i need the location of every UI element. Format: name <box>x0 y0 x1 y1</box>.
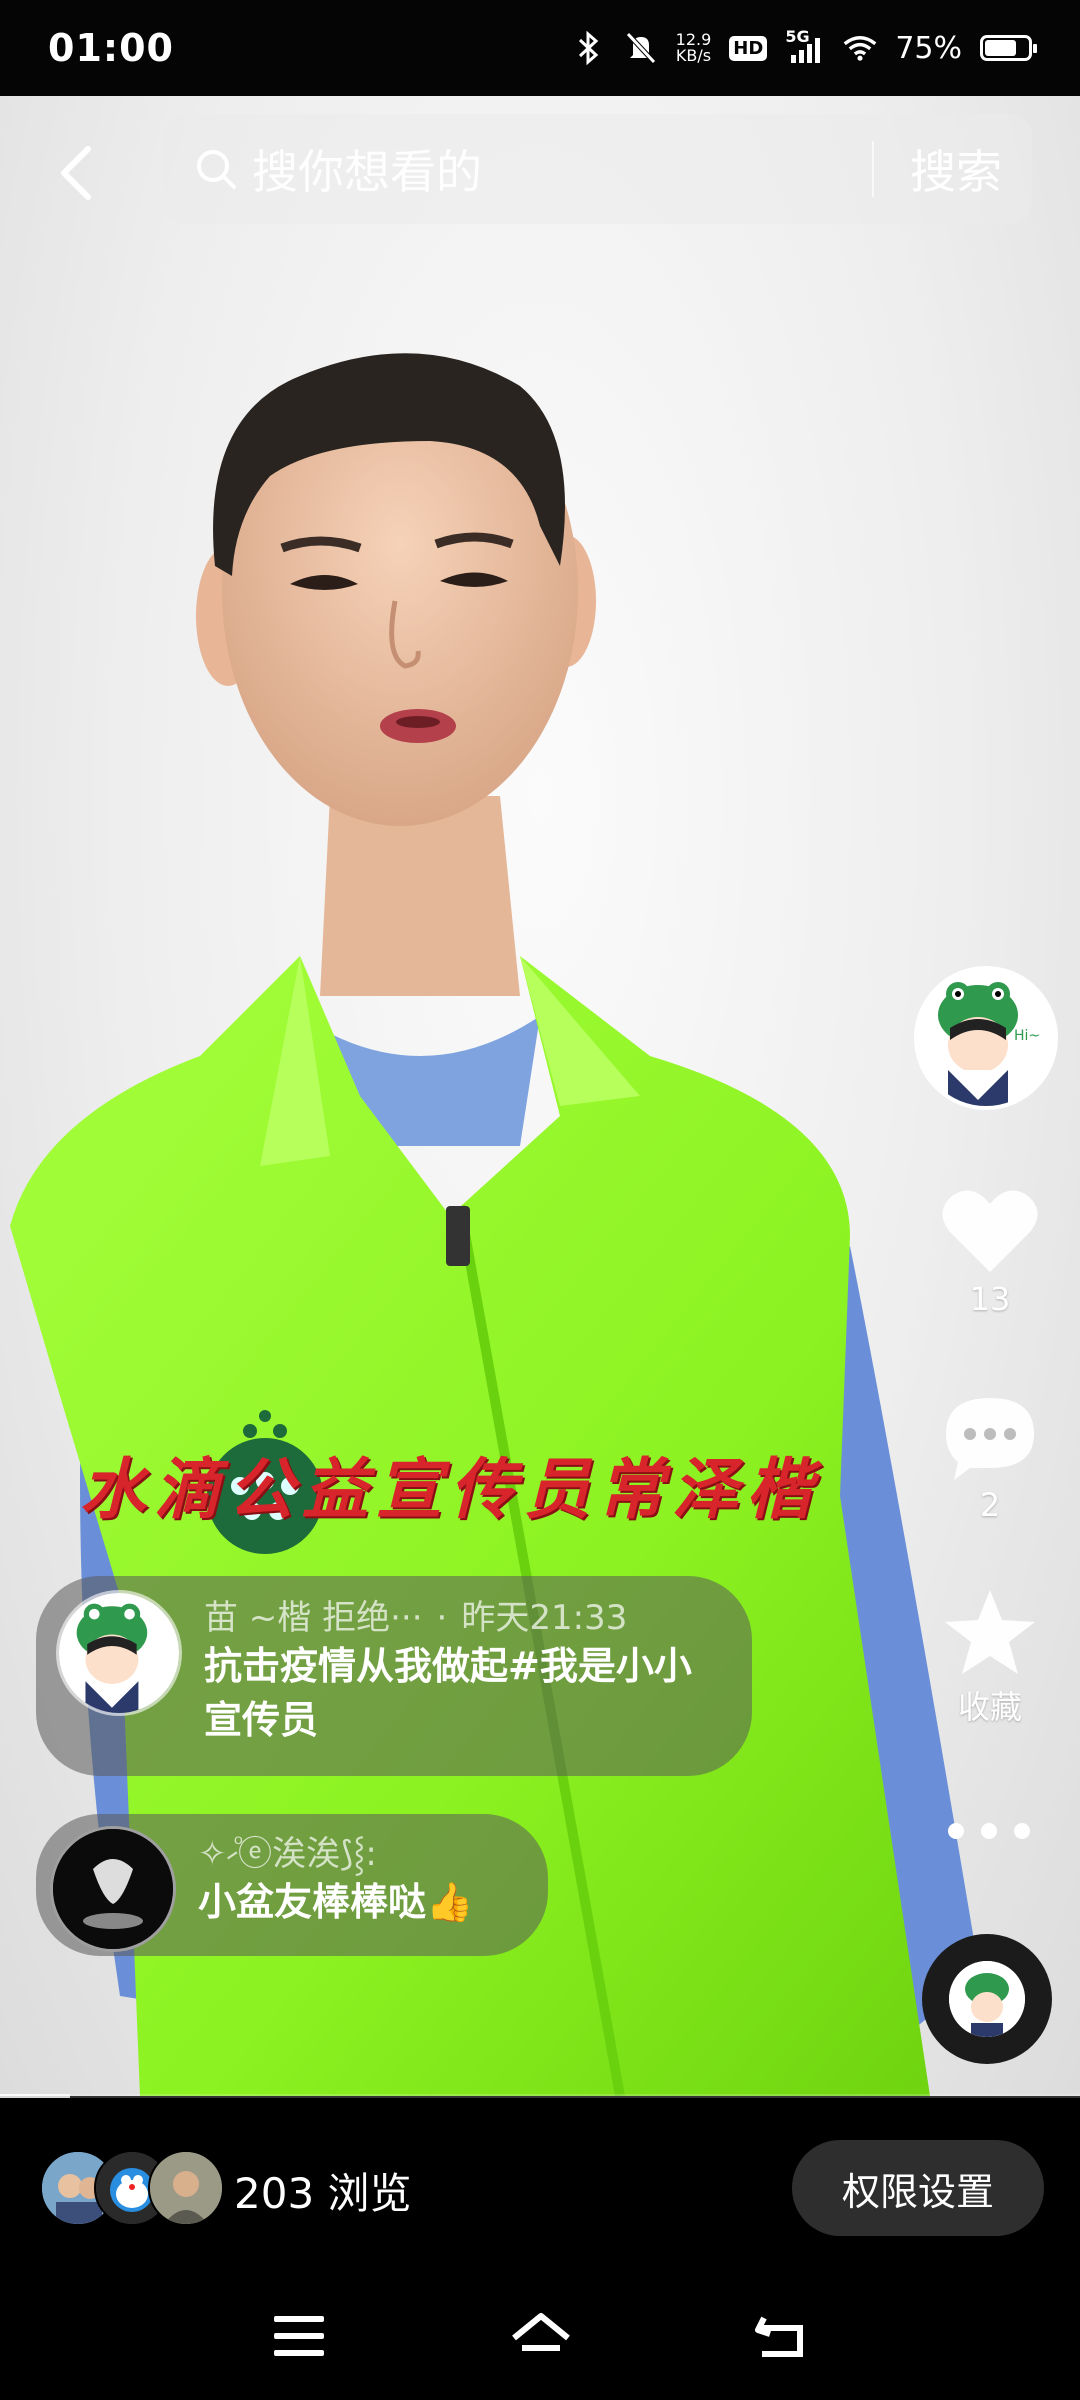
battery-fill <box>985 40 1016 56</box>
star-icon <box>945 1590 1035 1674</box>
back-button[interactable] <box>46 138 106 208</box>
svg-text:Hi~: Hi~ <box>1014 1028 1040 1044</box>
video-overlay-title: 水滴公益宣传员常泽楷 <box>80 1450 820 1528</box>
comment-time: 昨天21:33 <box>461 1598 628 1638</box>
status-time: 01:00 <box>48 26 174 70</box>
meta-separator: · <box>436 1598 448 1638</box>
like-count: 13 <box>969 1280 1011 1318</box>
viewer-avatar <box>148 2150 224 2226</box>
favorite-label: 收藏 <box>957 1688 1022 1726</box>
comment-button[interactable]: 2 <box>930 1392 1050 1524</box>
search-button[interactable]: 搜索 <box>910 136 1002 202</box>
video-frame-image <box>10 353 980 2096</box>
signal-icon: 5G <box>785 27 825 65</box>
music-disc[interactable] <box>922 1934 1052 2064</box>
permission-settings-button[interactable]: 权限设置 <box>792 2140 1044 2236</box>
back-nav-icon[interactable] <box>748 2308 818 2364</box>
comment-author[interactable]: ✧⹝ͦⓔ涘涘⟆⸾: <box>198 1826 473 1875</box>
back-arrow-icon <box>61 146 91 200</box>
frog-avatar-icon <box>949 1961 1025 2037</box>
home-icon[interactable] <box>506 2308 576 2364</box>
search-divider <box>872 141 874 197</box>
video-player[interactable]: 水滴公益宣传员常泽楷 搜你想看的 搜索 Hi~ 13 2 收藏 苗 ~楷 拒绝·… <box>0 96 1080 2096</box>
status-bar: 01:00 12.9 KB/s HD 5G 75% <box>0 0 1080 96</box>
comment-meta: 苗 ~楷 拒绝··· · 昨天21:33 <box>204 1590 704 1639</box>
comment-author[interactable]: 苗 ~楷 拒绝··· <box>204 1598 423 1638</box>
search-input[interactable]: 搜你想看的 <box>252 136 872 202</box>
author-avatar[interactable]: Hi~ <box>914 966 1058 1110</box>
battery-percent: 75% <box>895 30 962 66</box>
mute-bell-icon <box>624 31 658 65</box>
net-speed: 12.9 KB/s <box>676 32 712 64</box>
heart-icon <box>942 1190 1038 1272</box>
wifi-icon <box>843 31 877 65</box>
viewer-photo-icon <box>150 2152 222 2224</box>
frog-hat-avatar-icon <box>59 1593 179 1713</box>
battery-icon <box>980 35 1037 61</box>
system-nav-bar <box>0 2268 1080 2400</box>
comment-count: 2 <box>979 1486 1001 1524</box>
hd-badge: HD <box>729 35 768 61</box>
commenter-avatar[interactable] <box>56 1590 182 1716</box>
dark-avatar-icon <box>53 1829 173 1949</box>
menu-icon[interactable] <box>266 2308 336 2364</box>
comment-bubble[interactable]: 苗 ~楷 拒绝··· · 昨天21:33 抗击疫情从我做起#我是小小宣传员 <box>36 1576 752 1776</box>
status-icons: 12.9 KB/s HD 5G 75% <box>572 27 1037 66</box>
comment-text: 抗击疫情从我做起#我是小小宣传员 <box>204 1644 692 1742</box>
commenter-avatar[interactable] <box>50 1826 176 1952</box>
search-bar[interactable]: 搜你想看的 搜索 <box>164 114 1032 224</box>
viewer-avatars[interactable] <box>40 2150 224 2226</box>
bottom-bar: 203 浏览 权限设置 <box>0 2098 1080 2268</box>
bluetooth-icon <box>572 31 606 65</box>
comment-text: 小盆友棒棒哒👍 <box>198 1880 474 1924</box>
comment-body: 苗 ~楷 拒绝··· · 昨天21:33 抗击疫情从我做起#我是小小宣传员 <box>204 1590 704 1747</box>
frog-hat-avatar-icon: Hi~ <box>918 970 1054 1106</box>
search-icon <box>197 150 236 189</box>
like-button[interactable]: 13 <box>930 1186 1050 1318</box>
favorite-button[interactable]: 收藏 <box>930 1586 1050 1728</box>
net-speed-unit: KB/s <box>675 46 712 65</box>
view-count: 203 浏览 <box>234 2169 412 2218</box>
comment-bubble-icon <box>946 1398 1034 1480</box>
comment-body: ✧⹝ͦⓔ涘涘⟆⸾: 小盆友棒棒哒👍 <box>198 1826 473 1929</box>
more-options-icon[interactable] <box>944 1816 1034 1846</box>
music-disc-cover <box>949 1961 1025 2037</box>
comment-bubble[interactable]: ✧⹝ͦⓔ涘涘⟆⸾: 小盆友棒棒哒👍 <box>36 1814 548 1956</box>
